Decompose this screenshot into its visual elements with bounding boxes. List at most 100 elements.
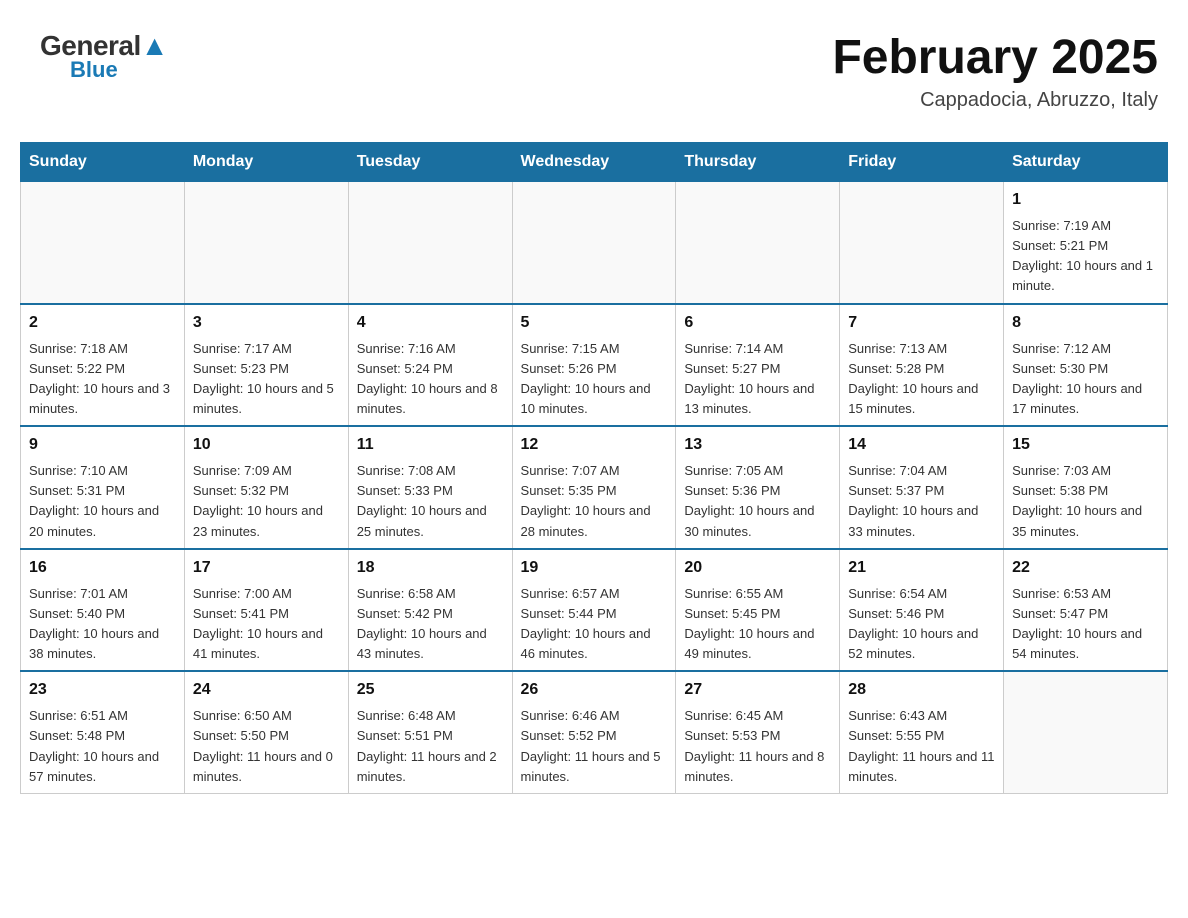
calendar-cell: 2 Sunrise: 7:18 AMSunset: 5:22 PMDaylight… [21,304,185,427]
day-info: Sunrise: 7:12 AMSunset: 5:30 PMDaylight:… [1012,339,1159,420]
calendar-subtitle: Cappadocia, Abruzzo, Italy [832,89,1158,112]
day-number: 14 [848,433,995,457]
day-number: 24 [193,678,340,702]
calendar-cell: 19 Sunrise: 6:57 AMSunset: 5:44 PMDayligh… [512,549,676,672]
calendar-cell: 20 Sunrise: 6:55 AMSunset: 5:45 PMDayligh… [676,549,840,672]
day-number: 23 [29,678,176,702]
day-info: Sunrise: 7:16 AMSunset: 5:24 PMDaylight:… [357,339,504,420]
day-info: Sunrise: 7:14 AMSunset: 5:27 PMDaylight:… [684,339,831,420]
day-info: Sunrise: 7:10 AMSunset: 5:31 PMDaylight:… [29,461,176,542]
calendar-cell: 16 Sunrise: 7:01 AMSunset: 5:40 PMDayligh… [21,549,185,672]
day-number: 19 [521,556,668,580]
day-number: 22 [1012,556,1159,580]
day-info: Sunrise: 6:55 AMSunset: 5:45 PMDaylight:… [684,584,831,665]
day-number: 25 [357,678,504,702]
day-info: Sunrise: 7:13 AMSunset: 5:28 PMDaylight:… [848,339,995,420]
calendar-week-row: 2 Sunrise: 7:18 AMSunset: 5:22 PMDaylight… [21,304,1168,427]
day-info: Sunrise: 7:08 AMSunset: 5:33 PMDaylight:… [357,461,504,542]
calendar-week-row: 9 Sunrise: 7:10 AMSunset: 5:31 PMDaylight… [21,426,1168,549]
day-info: Sunrise: 6:48 AMSunset: 5:51 PMDaylight:… [357,706,504,787]
day-info: Sunrise: 7:01 AMSunset: 5:40 PMDaylight:… [29,584,176,665]
calendar-week-row: 23 Sunrise: 6:51 AMSunset: 5:48 PMDayligh… [21,671,1168,793]
day-info: Sunrise: 6:54 AMSunset: 5:46 PMDaylight:… [848,584,995,665]
calendar-cell: 25 Sunrise: 6:48 AMSunset: 5:51 PMDayligh… [348,671,512,793]
calendar-cell: 7 Sunrise: 7:13 AMSunset: 5:28 PMDaylight… [840,304,1004,427]
weekday-header-tuesday: Tuesday [348,143,512,182]
day-number: 13 [684,433,831,457]
calendar-cell: 15Sunrise: 7:03 AMSunset: 5:38 PMDayligh… [1004,426,1168,549]
calendar-cell: 5 Sunrise: 7:15 AMSunset: 5:26 PMDaylight… [512,304,676,427]
day-info: Sunrise: 6:58 AMSunset: 5:42 PMDaylight:… [357,584,504,665]
day-number: 2 [29,311,176,335]
day-number: 18 [357,556,504,580]
day-number: 7 [848,311,995,335]
weekday-header-sunday: Sunday [21,143,185,182]
calendar-cell [676,182,840,304]
day-info: Sunrise: 6:46 AMSunset: 5:52 PMDaylight:… [521,706,668,787]
calendar-cell: 10 Sunrise: 7:09 AMSunset: 5:32 PMDayligh… [184,426,348,549]
logo-triangle-icon: ▲ [141,30,168,61]
day-number: 9 [29,433,176,457]
calendar-cell: 8 Sunrise: 7:12 AMSunset: 5:30 PMDaylight… [1004,304,1168,427]
calendar-cell [184,182,348,304]
calendar-cell: 1 Sunrise: 7:19 AMSunset: 5:21 PMDaylight… [1004,182,1168,304]
day-info: Sunrise: 7:17 AMSunset: 5:23 PMDaylight:… [193,339,340,420]
calendar-week-row: 1 Sunrise: 7:19 AMSunset: 5:21 PMDaylight… [21,182,1168,304]
day-info: Sunrise: 7:00 AMSunset: 5:41 PMDaylight:… [193,584,340,665]
logo-blue: Blue [70,57,118,83]
calendar-title: February 2025 [832,30,1158,85]
day-info: Sunrise: 7:19 AMSunset: 5:21 PMDaylight:… [1012,216,1159,297]
calendar-cell: 22 Sunrise: 6:53 AMSunset: 5:47 PMDayligh… [1004,549,1168,672]
calendar-cell: 4 Sunrise: 7:16 AMSunset: 5:24 PMDaylight… [348,304,512,427]
calendar-cell [21,182,185,304]
day-info: Sunrise: 6:53 AMSunset: 5:47 PMDaylight:… [1012,584,1159,665]
day-info: Sunrise: 7:15 AMSunset: 5:26 PMDaylight:… [521,339,668,420]
day-number: 8 [1012,311,1159,335]
day-info: Sunrise: 7:04 AMSunset: 5:37 PMDaylight:… [848,461,995,542]
day-number: 20 [684,556,831,580]
day-info: Sunrise: 6:50 AMSunset: 5:50 PMDaylight:… [193,706,340,787]
day-info: Sunrise: 7:09 AMSunset: 5:32 PMDaylight:… [193,461,340,542]
day-number: 5 [521,311,668,335]
day-number: 21 [848,556,995,580]
calendar-cell: 28 Sunrise: 6:43 AMSunset: 5:55 PMDayligh… [840,671,1004,793]
calendar-cell: 17 Sunrise: 7:00 AMSunset: 5:41 PMDayligh… [184,549,348,672]
day-number: 16 [29,556,176,580]
day-info: Sunrise: 6:45 AMSunset: 5:53 PMDaylight:… [684,706,831,787]
weekday-header-saturday: Saturday [1004,143,1168,182]
calendar-cell: 21 Sunrise: 6:54 AMSunset: 5:46 PMDayligh… [840,549,1004,672]
day-number: 12 [521,433,668,457]
day-info: Sunrise: 6:51 AMSunset: 5:48 PMDaylight:… [29,706,176,787]
calendar-week-row: 16 Sunrise: 7:01 AMSunset: 5:40 PMDayligh… [21,549,1168,672]
calendar-body: 1 Sunrise: 7:19 AMSunset: 5:21 PMDaylight… [21,182,1168,794]
calendar-cell: 23 Sunrise: 6:51 AMSunset: 5:48 PMDayligh… [21,671,185,793]
calendar-cell: 6Sunrise: 7:14 AMSunset: 5:27 PMDaylight… [676,304,840,427]
day-info: Sunrise: 7:05 AMSunset: 5:36 PMDaylight:… [684,461,831,542]
calendar-cell: 11Sunrise: 7:08 AMSunset: 5:33 PMDayligh… [348,426,512,549]
calendar-cell: 27 Sunrise: 6:45 AMSunset: 5:53 PMDayligh… [676,671,840,793]
day-number: 4 [357,311,504,335]
calendar-cell: 24 Sunrise: 6:50 AMSunset: 5:50 PMDayligh… [184,671,348,793]
day-number: 27 [684,678,831,702]
calendar-cell: 13 Sunrise: 7:05 AMSunset: 5:36 PMDayligh… [676,426,840,549]
calendar-cell: 14 Sunrise: 7:04 AMSunset: 5:37 PMDayligh… [840,426,1004,549]
calendar-cell: 26Sunrise: 6:46 AMSunset: 5:52 PMDayligh… [512,671,676,793]
calendar-cell [348,182,512,304]
calendar-cell: 18 Sunrise: 6:58 AMSunset: 5:42 PMDayligh… [348,549,512,672]
day-number: 1 [1012,188,1159,212]
day-info: Sunrise: 6:43 AMSunset: 5:55 PMDaylight:… [848,706,995,787]
calendar-table: SundayMondayTuesdayWednesdayThursdayFrid… [20,142,1168,794]
day-number: 28 [848,678,995,702]
day-number: 17 [193,556,340,580]
calendar-cell [512,182,676,304]
day-number: 10 [193,433,340,457]
title-block: February 2025 Cappadocia, Abruzzo, Italy [832,30,1158,112]
weekday-header-monday: Monday [184,143,348,182]
weekday-header-thursday: Thursday [676,143,840,182]
calendar-cell: 9 Sunrise: 7:10 AMSunset: 5:31 PMDaylight… [21,426,185,549]
day-info: Sunrise: 6:57 AMSunset: 5:44 PMDaylight:… [521,584,668,665]
day-info: Sunrise: 7:18 AMSunset: 5:22 PMDaylight:… [29,339,176,420]
page-header: General▲ Blue February 2025 Cappadocia, … [20,20,1168,122]
day-info: Sunrise: 7:07 AMSunset: 5:35 PMDaylight:… [521,461,668,542]
calendar-cell [1004,671,1168,793]
